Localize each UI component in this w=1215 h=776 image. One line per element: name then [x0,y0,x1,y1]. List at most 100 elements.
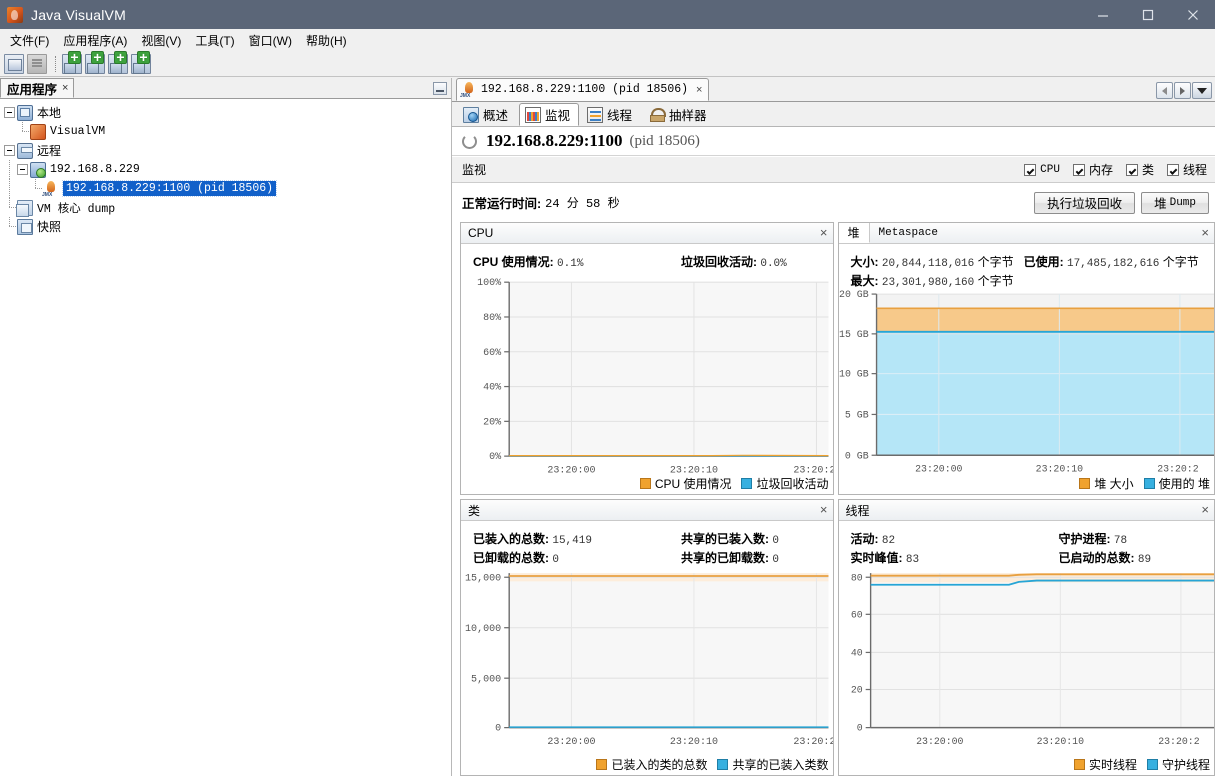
heap-tab[interactable]: 堆 [838,223,870,243]
tree-item-label: 快照 [37,220,62,234]
cpu-legend: CPU 使用情况 垃圾回收活动 [639,475,829,492]
close-icon[interactable]: × [820,502,828,518]
legend-swatch-icon [596,759,608,770]
menu-file[interactable]: 文件(F) [3,30,56,51]
close-icon[interactable]: × [1201,225,1209,241]
svg-text:23:20:00: 23:20:00 [915,464,962,475]
tab-applications[interactable]: 应用程序 × [0,78,75,98]
legend-swatch-icon [1073,759,1085,770]
add-jmx-connection-icon[interactable] [85,50,105,74]
chevron-left-icon[interactable] [1156,82,1173,99]
cpu-usage-value: 0.1% [557,258,584,270]
tree-item-jmx-process[interactable]: 192.168.8.229:1100 (pid 18506) [0,179,451,198]
classes-chart[interactable]: 15,000 10,000 5,000 0 23:20:00 23:20:10 23:2… [461,569,833,775]
gc-activity-value: 0.0% [760,258,787,270]
threads-daemon-stat: 守护进程: 78 [1059,530,1152,547]
threads-started-total-value: 89 [1137,554,1152,566]
menu-help[interactable]: 帮助(H) [299,30,354,51]
expand-toggle-icon[interactable] [17,164,28,175]
chevron-down-icon[interactable] [1192,82,1212,99]
tree-item-label: 本地 [37,106,62,120]
menu-view[interactable]: 视图(V) [134,30,188,51]
cpu-panel: CPU × CPU 使用情况: 0.1% 垃圾回收活动: 0.0% 100% 8… [460,222,834,495]
menu-tools[interactable]: 工具(T) [188,30,241,51]
minimize-panel-icon[interactable] [433,82,447,95]
threads-panel-title: 线程 [845,503,870,518]
threads-peak-label: 实时峰值: [850,551,903,565]
threads-icon [587,106,604,123]
tab-overview[interactable]: 概述 [457,103,517,126]
svg-text:5,000: 5,000 [471,674,501,685]
classes-panel-body: 已装入的总数: 15,419 共享的已装入数: 0 已卸载的总数: 0 共享的已… [461,521,833,775]
heap-dump-button[interactable]: 堆 Dump [1141,191,1209,214]
tab-sampler[interactable]: 抽样器 [643,103,716,126]
maximize-button[interactable] [1125,0,1170,29]
checkbox-icon [1024,163,1037,176]
close-icon[interactable]: × [696,84,702,96]
threads-chart[interactable]: 80 60 40 20 0 23:20:00 23:20:10 23:20:2 [839,569,1214,775]
close-icon[interactable]: × [62,82,68,94]
monitor-toolbar: 监视 CPU 内存 类 线程 [452,156,1215,183]
classes-loaded-total-stat: 已装入的总数: 15,419 [473,530,659,547]
expand-toggle-icon[interactable] [4,145,15,156]
svg-text:0 GB: 0 GB [844,451,868,462]
menu-applications[interactable]: 应用程序(A) [56,30,134,51]
classes-shared-unloaded-stat: 共享的已卸载数: 0 [681,549,779,566]
checkbox-classes[interactable]: 类 [1125,161,1154,178]
tab-jmx-process[interactable]: 192.168.8.229:1100 (pid 18506) × [456,78,710,101]
svg-text:40%: 40% [483,383,502,394]
threads-daemon-value: 78 [1113,535,1128,547]
svg-text:100%: 100% [477,278,502,289]
add-remote-host-icon[interactable] [62,50,82,74]
minimize-button[interactable] [1080,0,1125,29]
chevron-right-icon[interactable] [1174,82,1191,99]
heap-size-label: 大小: [850,255,879,269]
checkbox-cpu[interactable]: CPU [1024,163,1060,176]
threads-stats: 活动: 82 守护进程: 78 实时峰值: 83 已启动的总数: 89 [839,521,1215,570]
close-button[interactable] [1170,0,1215,29]
tree-item-remote[interactable]: 远程 [0,141,451,160]
perform-gc-button[interactable]: 执行垃圾回收 [1034,191,1136,214]
add-vm-coredump-icon[interactable] [108,50,128,74]
legend-classes-loaded: 已装入的类的总数 [596,756,707,773]
expand-toggle-icon[interactable] [4,107,15,118]
tree-item-host[interactable]: 192.168.8.229 [0,160,451,179]
monitor-view: 192.168.8.229:1100 (pid 18506) 监视 CPU 内存 [452,127,1215,776]
save-icon[interactable] [27,53,47,74]
host-icon [30,161,46,178]
close-icon[interactable]: × [1201,502,1209,518]
checkbox-threads[interactable]: 线程 [1166,161,1207,178]
vm-coredump-icon [16,199,33,217]
svg-text:80: 80 [850,573,862,584]
classes-unloaded-total-label: 已卸载的总数: [473,551,549,565]
checkbox-memory[interactable]: 内存 [1072,161,1113,178]
legend-classes-shared-label: 共享的已装入类数 [732,758,829,772]
open-file-icon[interactable] [4,53,24,74]
checkbox-threads-label: 线程 [1182,163,1207,177]
snapshot-icon [17,218,33,235]
legend-live-threads-label: 实时线程 [1088,758,1137,772]
tab-monitor[interactable]: 监视 [519,103,580,126]
tree-item-vm-coredump[interactable]: VM 核心 dump [0,198,451,217]
svg-text:40: 40 [850,648,862,659]
tree-item-local[interactable]: 本地 [0,103,451,122]
threads-daemon-label: 守护进程: [1058,532,1111,546]
tree-item-label: 192.168.8.229:1100 (pid 18506) [61,180,278,197]
window-controls [1080,0,1215,29]
metaspace-tab[interactable]: Metaspace [870,223,947,243]
tree-item-label: 远程 [37,144,62,158]
close-icon[interactable]: × [820,225,828,241]
menu-window[interactable]: 窗口(W) [242,30,299,51]
legend-daemon-threads-label: 守护线程 [1161,758,1210,772]
classes-panel: 类 × 已装入的总数: 15,419 共享的已装入数: 0 已卸载的总数: 0 … [460,499,834,776]
svg-text:0: 0 [856,724,862,735]
svg-text:15,000: 15,000 [465,573,501,584]
tab-threads[interactable]: 线程 [581,103,641,126]
cpu-usage-stat: CPU 使用情况: 0.1% [473,253,659,270]
cpu-chart[interactable]: 100% 80% 60% 40% 20% 0% 23:20:00 23:20:10 23:… [461,274,832,494]
heap-chart[interactable]: 20 GB 15 GB 10 GB 5 GB 0 GB 23:20:00 23:20:1… [839,290,1214,494]
monitor-label: 监视 [462,163,487,177]
tree-item-snapshots[interactable]: 快照 [0,217,451,236]
add-snapshot-icon[interactable] [131,50,151,74]
tree-item-visualvm[interactable]: VisualVM [0,122,451,141]
